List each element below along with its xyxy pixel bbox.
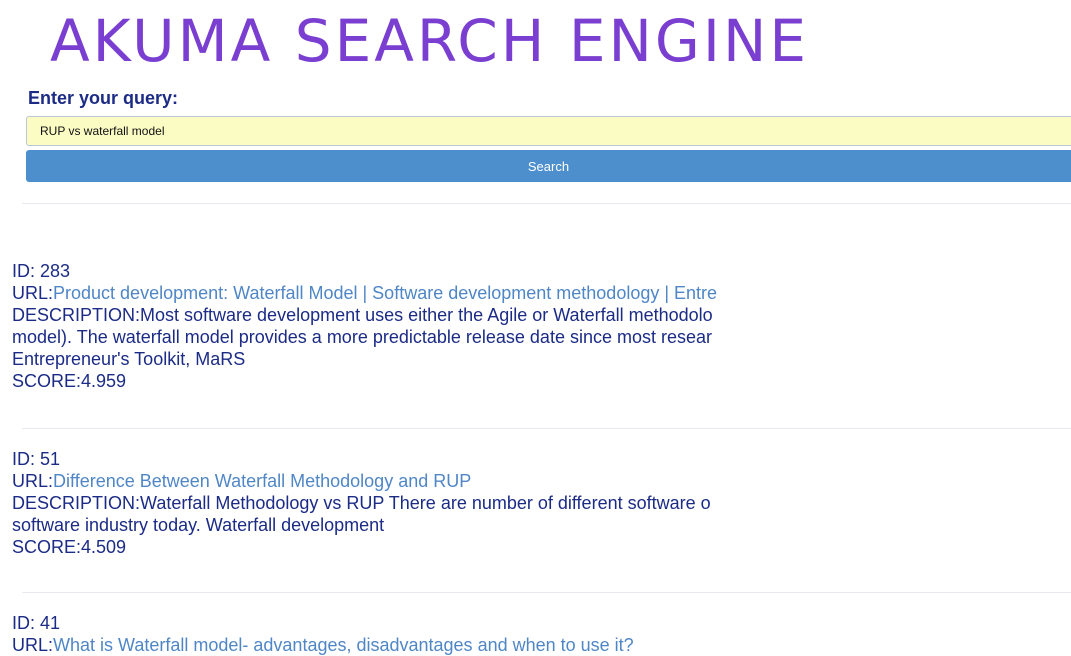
query-label: Enter your query: xyxy=(28,88,179,108)
search-result: ID: 283 URL:Product development: Waterfa… xyxy=(12,260,1071,392)
result-score: SCORE:4.509 xyxy=(12,537,127,557)
result-id: ID: 41 xyxy=(12,613,61,633)
result-id: ID: 283 xyxy=(12,261,71,281)
result-description: DESCRIPTION:Most software development us… xyxy=(12,304,1071,326)
page-title: AKUMA SEARCH ENGINE xyxy=(50,7,809,75)
url-prefix: URL: xyxy=(12,283,54,303)
description-continuation: software industry today. Waterfall devel… xyxy=(12,515,385,535)
result-description: DESCRIPTION:Waterfall Methodology vs RUP… xyxy=(12,492,1071,514)
description-prefix: DESCRIPTION: xyxy=(12,493,141,513)
description-text: Waterfall Methodology vs RUP There are n… xyxy=(140,493,711,513)
result-link[interactable]: Difference Between Waterfall Methodology… xyxy=(53,471,471,491)
search-result: ID: 51 URL:Difference Between Waterfall … xyxy=(12,448,1071,558)
description-continuation: Entrepreneur's Toolkit, MaRS xyxy=(12,349,246,369)
result-url-row: URL:What is Waterfall model- advantages,… xyxy=(12,634,1071,656)
result-score: SCORE:4.959 xyxy=(12,371,127,391)
search-button[interactable]: Search xyxy=(26,150,1071,182)
divider xyxy=(22,592,1071,593)
description-continuation: model). The waterfall model provides a m… xyxy=(12,327,713,347)
search-result: ID: 41 URL:What is Waterfall model- adva… xyxy=(12,612,1071,656)
result-link[interactable]: Product development: Waterfall Model | S… xyxy=(53,283,717,303)
divider xyxy=(22,203,1071,204)
result-url-row: URL:Product development: Waterfall Model… xyxy=(12,282,1071,304)
divider xyxy=(22,428,1071,429)
result-id: ID: 51 xyxy=(12,449,61,469)
description-prefix: DESCRIPTION: xyxy=(12,305,141,325)
result-link[interactable]: What is Waterfall model- advantages, dis… xyxy=(53,635,634,655)
description-text: Most software development uses either th… xyxy=(140,305,713,325)
result-url-row: URL:Difference Between Waterfall Methodo… xyxy=(12,470,1071,492)
search-input[interactable] xyxy=(26,116,1071,146)
url-prefix: URL: xyxy=(12,471,54,491)
url-prefix: URL: xyxy=(12,635,54,655)
